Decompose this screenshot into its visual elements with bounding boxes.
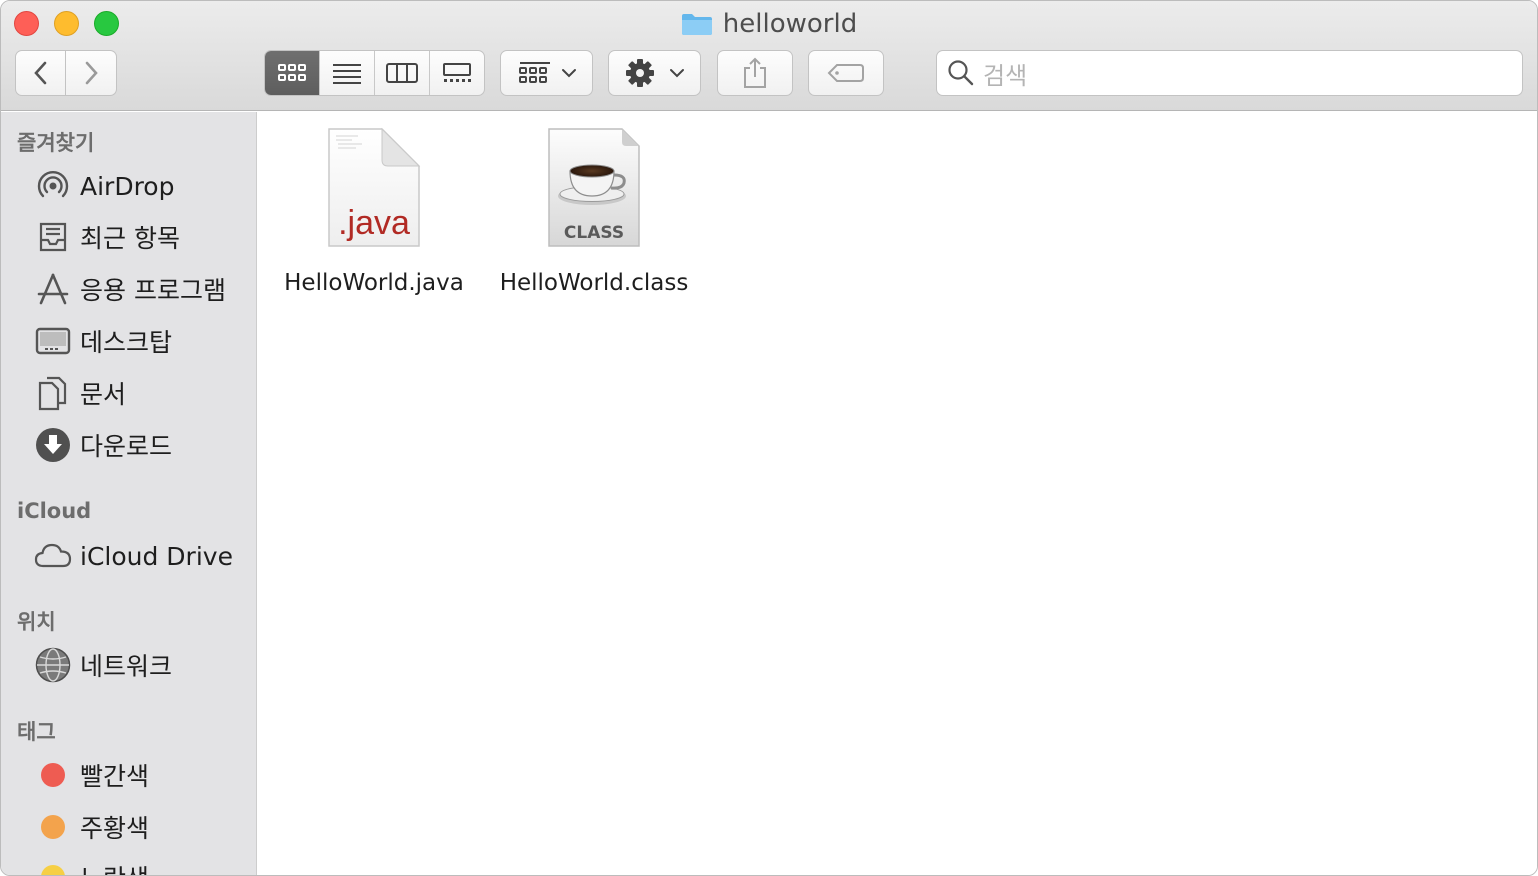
- sidebar-item-tag-red[interactable]: 빨간색: [34, 755, 149, 795]
- finder-window: helloworld 검색 즐겨찾기 AirDrop 최근 항목 응용 프로그램…: [0, 0, 1538, 876]
- sidebar-item-desktop[interactable]: 데스크탑: [34, 321, 172, 361]
- icloud-header: iCloud: [17, 499, 92, 523]
- group-by-button[interactable]: [500, 50, 593, 96]
- file-browser: .java HelloWorld.java CLASS HelloWorld.c…: [258, 112, 1537, 875]
- action-menu-button[interactable]: [608, 50, 701, 96]
- network-icon: [34, 646, 72, 684]
- sidebar-item-recents[interactable]: 최근 항목: [34, 217, 180, 257]
- window-title: helloworld: [1, 7, 1537, 41]
- tags-header: 태그: [17, 720, 56, 744]
- sidebar-item-tag-yellow[interactable]: 노란색: [34, 857, 149, 875]
- sidebar-item-label: 문서: [80, 380, 127, 409]
- documents-icon: [34, 374, 72, 412]
- forward-button[interactable]: [66, 50, 117, 96]
- sidebar-item-label: 노란색: [80, 859, 149, 875]
- sidebar-item-label: 응용 프로그램: [80, 276, 226, 305]
- folder-icon: [681, 12, 713, 36]
- window-title-text: helloworld: [722, 9, 858, 39]
- locations-header: 위치: [17, 610, 56, 634]
- sidebar-item-airdrop[interactable]: AirDrop: [34, 166, 174, 206]
- search-field[interactable]: 검색: [936, 50, 1523, 96]
- favorites-header: 즐겨찾기: [17, 131, 95, 155]
- sidebar-item-applications[interactable]: 응용 프로그램: [34, 269, 226, 309]
- recents-icon: [34, 218, 72, 256]
- sidebar-item-icloud-drive[interactable]: iCloud Drive: [34, 536, 233, 576]
- cloud-icon: [34, 537, 72, 575]
- search-icon: [948, 60, 974, 86]
- sidebar-item-label: 최근 항목: [80, 224, 180, 253]
- columns-icon: [386, 63, 418, 83]
- applications-icon: [34, 270, 72, 308]
- airdrop-icon: [34, 167, 72, 205]
- view-mode-control: [264, 50, 485, 96]
- list-icon: [333, 64, 361, 84]
- gallery-view-button[interactable]: [430, 51, 484, 95]
- class-badge: CLASS: [564, 223, 624, 243]
- yellow-tag-dot: [41, 865, 65, 875]
- sidebar-item-label: iCloud Drive: [80, 541, 233, 571]
- gear-icon: [625, 59, 684, 87]
- orange-tag-dot: [41, 815, 65, 839]
- sidebar-item-documents[interactable]: 문서: [34, 373, 126, 413]
- gallery-icon: [443, 63, 471, 82]
- desktop-icon: [34, 322, 72, 360]
- share-button[interactable]: [717, 50, 793, 96]
- column-view-button[interactable]: [375, 51, 430, 95]
- red-tag-dot: [41, 763, 65, 787]
- sidebar-item-label: 다운로드: [80, 432, 173, 461]
- file-name: HelloWorld.java: [284, 270, 464, 296]
- sidebar-item-network[interactable]: 네트워크: [34, 645, 172, 685]
- file-name: HelloWorld.class: [499, 270, 689, 296]
- sidebar-item-label: 데스크탑: [80, 328, 173, 357]
- tag-icon: [827, 64, 864, 82]
- sidebar-item-label: AirDrop: [80, 171, 175, 201]
- chevron-right-icon: [85, 61, 98, 85]
- sidebar-item-label: 네트워크: [80, 652, 173, 681]
- group-grid-icon: [518, 62, 576, 83]
- file-item[interactable]: .java HelloWorld.java: [264, 126, 484, 296]
- class-file-icon: CLASS: [548, 128, 640, 247]
- icon-grid-icon: [278, 64, 306, 81]
- tag-button[interactable]: [808, 50, 884, 96]
- chevron-left-icon: [33, 61, 46, 85]
- share-icon: [744, 57, 766, 88]
- sidebar-item-label: 주황색: [80, 814, 150, 843]
- sidebar-item-downloads[interactable]: 다운로드: [34, 425, 172, 465]
- sidebar-item-tag-orange[interactable]: 주황색: [34, 807, 149, 847]
- file-item[interactable]: CLASS HelloWorld.class: [484, 126, 704, 296]
- sidebar: 즐겨찾기 AirDrop 최근 항목 응용 프로그램 데스크탑 문서 다운로드 …: [1, 112, 257, 875]
- icon-view-button[interactable]: [265, 51, 320, 95]
- downloads-icon: [34, 426, 72, 464]
- list-view-button[interactable]: [320, 51, 375, 95]
- java-badge: .java: [338, 204, 410, 242]
- java-file-icon: .java: [328, 127, 421, 247]
- toolbar: helloworld 검색: [1, 1, 1537, 111]
- sidebar-item-label: 빨간색: [80, 762, 150, 791]
- search-placeholder: 검색: [983, 61, 1028, 90]
- back-button[interactable]: [15, 50, 66, 96]
